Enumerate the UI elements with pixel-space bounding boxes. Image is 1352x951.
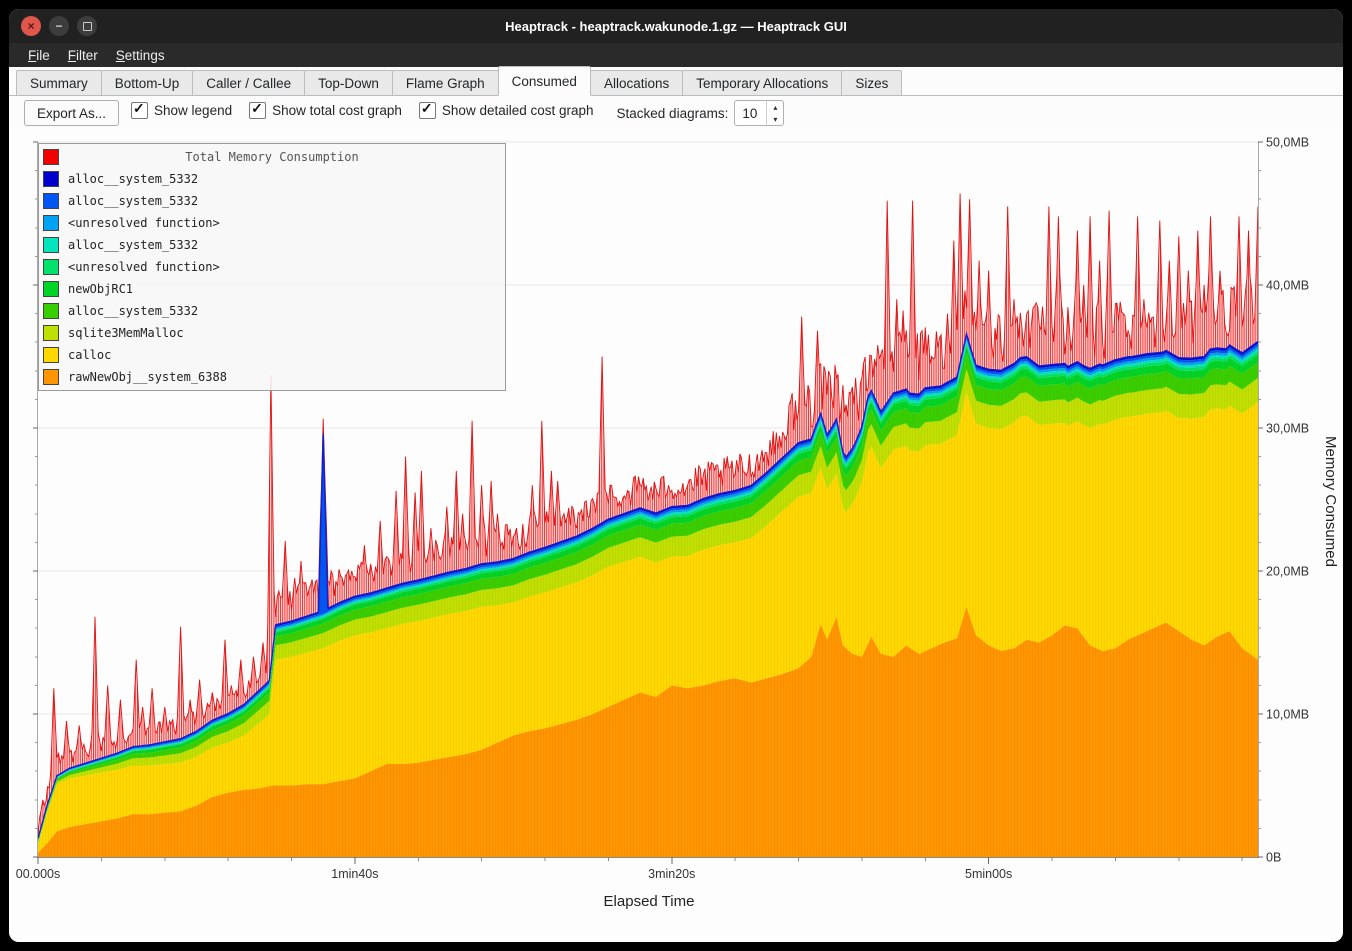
legend-item-label: alloc__system_5332 <box>68 194 198 208</box>
x-axis-title: Elapsed Time <box>9 893 1289 910</box>
legend-item-label: newObjRC1 <box>68 282 133 296</box>
legend-swatch <box>43 303 59 319</box>
checkbox-show-total-cost-graph[interactable]: Show total cost graph <box>249 102 402 119</box>
stacked-diagrams-label: Stacked diagrams: <box>617 106 729 121</box>
legend-item-label: calloc <box>68 348 111 362</box>
tab-temporary-allocations[interactable]: Temporary Allocations <box>682 70 842 95</box>
menubar: FileFilterSettings <box>9 43 1343 67</box>
legend-item-label: sqlite3MemMalloc <box>68 326 184 340</box>
minimize-icon: − <box>55 20 62 32</box>
legend-swatch <box>43 259 59 275</box>
tab-consumed[interactable]: Consumed <box>498 66 591 96</box>
y-tick-label: 50,0MB <box>1266 136 1309 150</box>
legend-item-label: alloc__system_5332 <box>68 304 198 318</box>
legend-item-label: <unresolved function> <box>68 216 220 230</box>
checkbox-box-icon <box>131 102 148 119</box>
checkbox-box-icon <box>249 102 266 119</box>
legend-swatch <box>43 281 59 297</box>
legend-swatch <box>43 149 59 165</box>
legend-title: Total Memory Consumption <box>185 150 358 164</box>
x-tick-label: 5min00s <box>965 867 1012 881</box>
legend-item-label: <unresolved function> <box>68 260 220 274</box>
y-axis-title: Memory Consumed <box>1322 436 1339 567</box>
y-axis-title-wrap: Memory Consumed <box>1317 130 1343 873</box>
legend-item-label: alloc__system_5332 <box>68 172 198 186</box>
spinner-buttons: ▴ ▾ <box>766 101 783 125</box>
legend-item-label: rawNewObj__system_6388 <box>68 370 227 384</box>
legend-item: alloc__system_5332 <box>39 190 505 212</box>
toolbar-checkboxes: Show legend Show total cost graph Show det… <box>131 102 611 124</box>
export-as-button[interactable]: Export As... <box>24 100 119 126</box>
spin-up-button[interactable]: ▴ <box>767 101 783 113</box>
stacked-diagrams-value: 10 <box>735 101 766 125</box>
spin-down-button[interactable]: ▾ <box>767 113 783 125</box>
x-tick-label: 00.000s <box>16 867 60 881</box>
tab-caller-callee[interactable]: Caller / Callee <box>192 70 305 95</box>
legend-item: alloc__system_5332 <box>39 168 505 190</box>
legend-item: sqlite3MemMalloc <box>39 322 505 344</box>
tab-bottom-up[interactable]: Bottom-Up <box>101 70 194 95</box>
checkbox-label: Show legend <box>154 103 232 118</box>
maximize-icon <box>83 22 92 31</box>
window-title: Heaptrack - heaptrack.wakunode.1.gz — He… <box>9 19 1343 34</box>
legend-swatch <box>43 347 59 363</box>
legend-item: alloc__system_5332 <box>39 234 505 256</box>
app-window: × − Heaptrack - heaptrack.wakunode.1.gz … <box>9 9 1343 942</box>
legend-swatch <box>43 325 59 341</box>
checkbox-show-detailed-cost-graph[interactable]: Show detailed cost graph <box>419 102 594 119</box>
y-tick-label: 10,0MB <box>1266 708 1309 722</box>
checkbox-box-icon <box>419 102 436 119</box>
legend-item: rawNewObj__system_6388 <box>39 366 505 388</box>
toolbar: Export As... Show legend Show total cost … <box>9 96 1343 130</box>
checkbox-label: Show detailed cost graph <box>442 103 594 118</box>
stack-texture <box>38 334 1258 857</box>
legend-item: <unresolved function> <box>39 212 505 234</box>
legend-swatch <box>43 171 59 187</box>
maximize-button[interactable] <box>77 16 97 36</box>
legend-item: <unresolved function> <box>39 256 505 278</box>
tab-flame-graph[interactable]: Flame Graph <box>392 70 499 95</box>
window-controls: × − <box>21 9 97 43</box>
x-tick-label: 3min20s <box>648 867 695 881</box>
y-tick-label: 40,0MB <box>1266 279 1309 293</box>
tab-sizes[interactable]: Sizes <box>841 70 902 95</box>
checkbox-show-legend[interactable]: Show legend <box>131 102 232 119</box>
chart-legend: Total Memory Consumption alloc__system_53… <box>38 143 506 391</box>
close-icon: × <box>27 20 34 32</box>
legend-title-row: Total Memory Consumption <box>39 146 505 168</box>
legend-item: calloc <box>39 344 505 366</box>
menubar-item-filter[interactable]: Filter <box>59 43 107 67</box>
chart-area: 00.000s 1min40s 3min20s 5min00s 0B 10,0MB 20,0… <box>9 130 1343 942</box>
legend-swatch <box>43 215 59 231</box>
tab-top-down[interactable]: Top-Down <box>304 70 393 95</box>
tab-allocations[interactable]: Allocations <box>590 70 683 95</box>
legend-swatch <box>43 369 59 385</box>
legend-item: alloc__system_5332 <box>39 300 505 322</box>
close-button[interactable]: × <box>21 16 41 36</box>
legend-item-label: alloc__system_5332 <box>68 238 198 252</box>
stacked-areas <box>38 334 1258 857</box>
menubar-item-file[interactable]: File <box>19 43 59 67</box>
checkbox-label: Show total cost graph <box>272 103 402 118</box>
legend-item: newObjRC1 <box>39 278 505 300</box>
legend-swatch <box>43 193 59 209</box>
stacked-diagrams-spinbox[interactable]: 10 ▴ ▾ <box>734 100 784 126</box>
tab-bar: SummaryBottom-UpCaller / CalleeTop-DownF… <box>9 67 1343 96</box>
menubar-item-settings[interactable]: Settings <box>107 43 174 67</box>
minimize-button[interactable]: − <box>49 16 69 36</box>
tab-summary[interactable]: Summary <box>16 70 102 95</box>
y-tick-label: 0B <box>1266 851 1281 865</box>
x-tick-label: 1min40s <box>331 867 378 881</box>
y-tick-label: 30,0MB <box>1266 422 1309 436</box>
legend-swatch <box>43 237 59 253</box>
y-tick-label: 20,0MB <box>1266 565 1309 579</box>
titlebar: × − Heaptrack - heaptrack.wakunode.1.gz … <box>9 9 1343 43</box>
